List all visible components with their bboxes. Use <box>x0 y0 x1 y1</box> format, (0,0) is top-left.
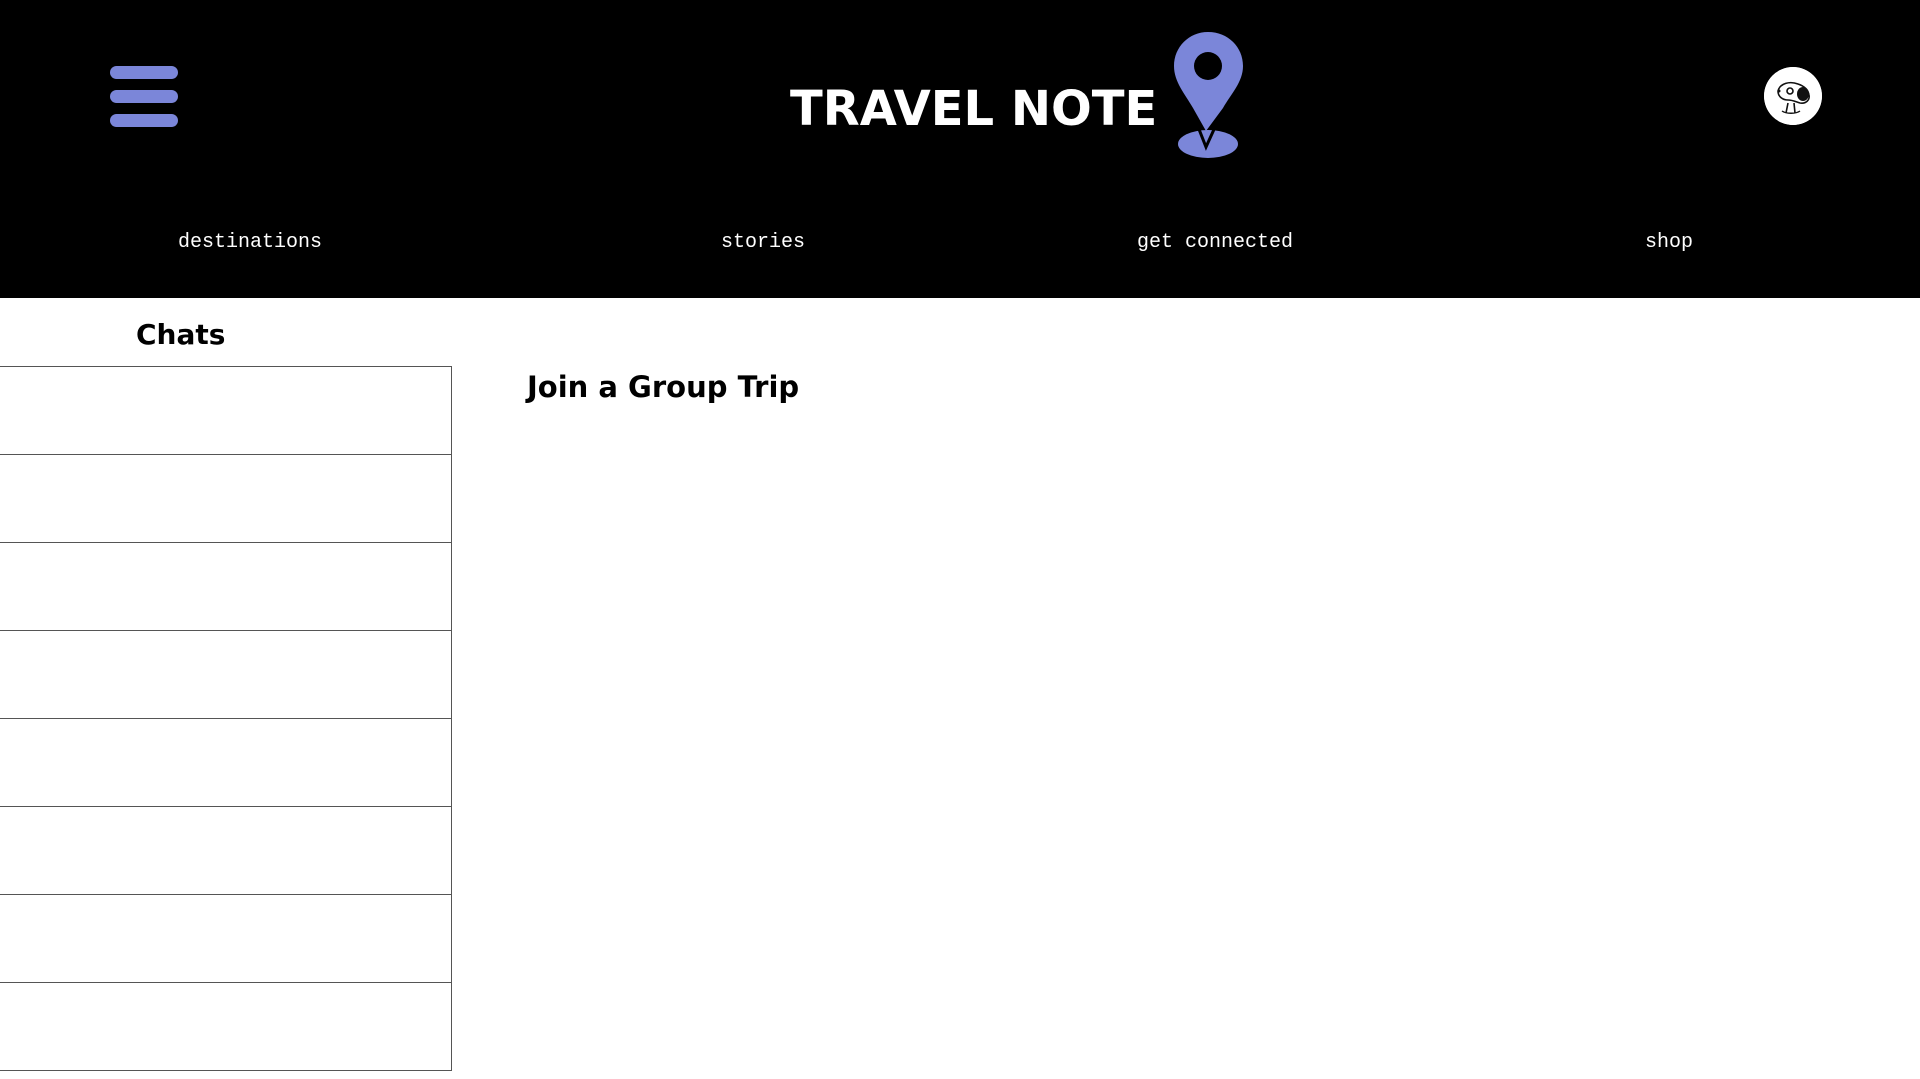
brand-title: TRAVEL NOTE <box>790 80 1158 137</box>
user-avatar[interactable] <box>1764 67 1822 125</box>
chat-list-item[interactable] <box>0 366 452 455</box>
nav-item-destinations[interactable]: destinations <box>178 228 322 258</box>
chat-list-item[interactable] <box>0 454 452 543</box>
chat-list-item[interactable] <box>0 806 452 895</box>
group-trip-heading: Join a Group Trip <box>527 370 800 404</box>
chat-list-item[interactable] <box>0 982 452 1071</box>
chat-list-item[interactable] <box>0 630 452 719</box>
snoopy-avatar-icon <box>1764 67 1822 125</box>
chat-list-item[interactable] <box>0 542 452 631</box>
nav-item-stories[interactable]: stories <box>721 228 805 258</box>
hamburger-menu-icon[interactable] <box>110 66 178 128</box>
brand-logo[interactable]: TRAVEL NOTE <box>790 30 1251 165</box>
nav-item-shop[interactable]: shop <box>1645 228 1693 258</box>
chat-list-item[interactable] <box>0 894 452 983</box>
site-header: TRAVEL NOTE destinations stories get con… <box>0 0 1920 298</box>
main-nav: destinations stories get connected shop <box>0 228 1920 258</box>
nav-item-get-connected[interactable]: get connected <box>1137 228 1293 258</box>
chat-list-item[interactable] <box>0 718 452 807</box>
chat-list <box>0 366 452 1071</box>
map-pin-icon <box>1174 32 1244 158</box>
chats-heading: Chats <box>136 318 226 351</box>
